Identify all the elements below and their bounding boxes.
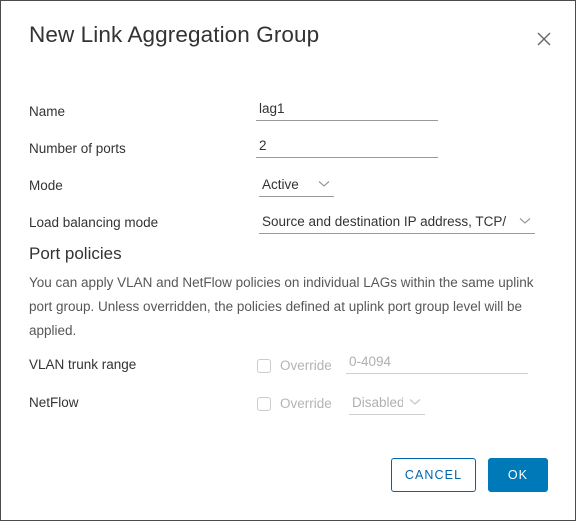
chevron-down-icon	[318, 175, 330, 193]
checkbox-box-icon	[257, 396, 271, 411]
mode-select[interactable]: Active	[259, 172, 334, 197]
chevron-down-icon	[409, 393, 421, 411]
dialog-footer: CANCEL OK	[1, 448, 575, 520]
form-row-mode: Mode Active	[1, 167, 575, 206]
netflow-override-checkbox[interactable]: Override	[257, 396, 332, 411]
netflow-label: NetFlow	[29, 395, 79, 410]
load-balancing-mode-select-value: Source and destination IP address, TCP/	[262, 213, 507, 229]
form-row-number-of-ports: Number of ports	[1, 130, 575, 169]
vlan-trunk-range-override-checkbox[interactable]: Override	[257, 358, 332, 373]
ok-button[interactable]: OK	[488, 458, 548, 492]
dialog-header: New Link Aggregation Group	[1, 1, 575, 71]
netflow-override-label: Override	[280, 396, 332, 411]
port-policies-description: You can apply VLAN and NetFlow policies …	[29, 275, 534, 338]
name-input[interactable]	[256, 101, 438, 121]
page-title: New Link Aggregation Group	[29, 22, 320, 47]
form-row-name: Name	[1, 93, 575, 132]
vlan-trunk-range-override-label: Override	[280, 358, 332, 373]
mode-select-value: Active	[262, 176, 299, 192]
number-of-ports-label: Number of ports	[29, 141, 126, 156]
number-of-ports-input[interactable]	[256, 138, 438, 158]
form-row-load-balancing-mode: Load balancing mode Source and destinati…	[1, 204, 575, 243]
load-balancing-mode-select[interactable]: Source and destination IP address, TCP/	[259, 209, 535, 234]
new-link-aggregation-group-dialog: New Link Aggregation Group Name Number o…	[0, 0, 576, 521]
checkbox-box-icon	[257, 358, 271, 373]
load-balancing-mode-label: Load balancing mode	[29, 215, 159, 230]
mode-label: Mode	[29, 178, 63, 193]
vlan-trunk-range-input[interactable]	[346, 354, 528, 374]
close-button[interactable]	[531, 26, 557, 52]
form-row-vlan-trunk-range: VLAN trunk range Override	[1, 346, 575, 385]
name-label: Name	[29, 104, 66, 119]
netflow-select-value: Disabled	[352, 394, 403, 410]
cancel-button[interactable]: CANCEL	[391, 458, 476, 492]
form-row-netflow: NetFlow Override Disabled	[1, 384, 575, 423]
close-icon	[536, 31, 552, 47]
port-policies-heading: Port policies	[29, 244, 122, 263]
netflow-select[interactable]: Disabled	[349, 390, 425, 415]
chevron-down-icon	[519, 212, 531, 230]
vlan-trunk-range-label: VLAN trunk range	[29, 357, 137, 372]
